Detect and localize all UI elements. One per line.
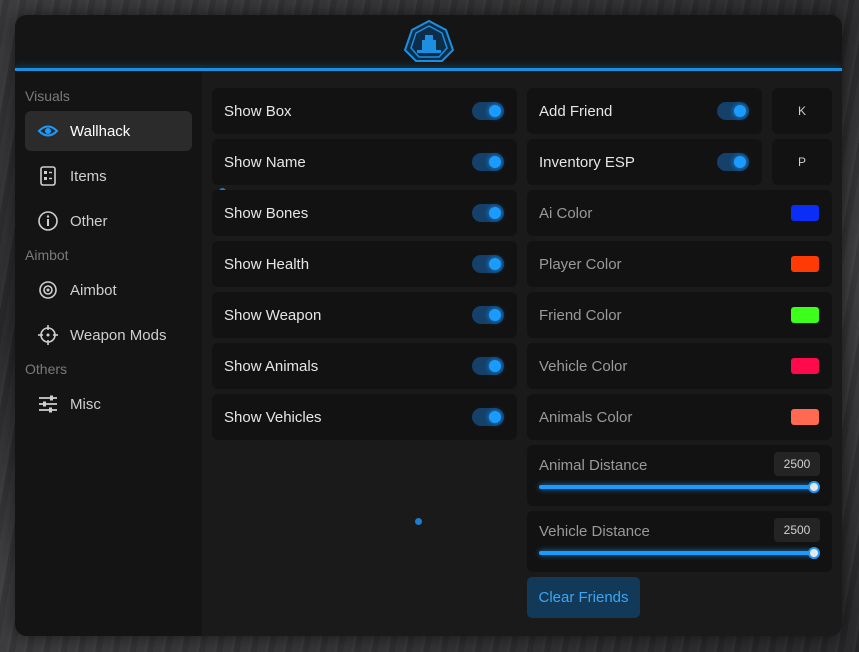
toggle-row-inventory-esp: Inventory ESP xyxy=(527,139,762,185)
toggle-label: Show Weapon xyxy=(224,306,322,324)
slider-row-animal-distance: Animal Distance 2500 xyxy=(527,445,832,506)
group-title-visuals: Visuals xyxy=(25,88,70,104)
vehicle-color-swatch[interactable] xyxy=(791,358,819,374)
ai-color-swatch[interactable] xyxy=(791,205,819,221)
toggle-row-show-box: Show Box xyxy=(212,88,517,134)
inventory-esp-keybind[interactable]: P xyxy=(772,139,832,185)
header xyxy=(15,15,842,71)
show-weapon-toggle[interactable] xyxy=(472,306,504,324)
toggle-row-show-name: Show Name xyxy=(212,139,517,185)
toggle-label: Inventory ESP xyxy=(539,153,635,171)
color-row-ai: Ai Color xyxy=(527,190,832,236)
toggle-row-add-friend: Add Friend xyxy=(527,88,762,134)
color-label: Player Color xyxy=(539,255,622,273)
toggle-label: Show Bones xyxy=(224,204,309,222)
slider-row-vehicle-distance: Vehicle Distance 2500 xyxy=(527,511,832,572)
logo-icon xyxy=(403,19,454,62)
color-label: Vehicle Color xyxy=(539,357,628,375)
animal-distance-thumb[interactable] xyxy=(808,481,820,493)
toggle-label: Show Name xyxy=(224,153,306,171)
right-settings-column: Add Friend K Inventory ESP P Ai Color Pl… xyxy=(527,88,832,618)
player-color-swatch[interactable] xyxy=(791,256,819,272)
sidebar: Visuals Wallhack Items Other Aimbot Aimb… xyxy=(15,71,202,636)
slider-label: Animal Distance xyxy=(539,457,648,474)
color-label: Ai Color xyxy=(539,204,593,222)
slider-fill xyxy=(539,485,814,489)
sidebar-item-label: Misc xyxy=(70,395,101,413)
show-bones-toggle[interactable] xyxy=(472,204,504,222)
toggle-row-show-health: Show Health xyxy=(212,241,517,287)
add-friend-group: Add Friend K xyxy=(527,88,832,134)
sidebar-item-label: Items xyxy=(70,167,107,185)
animal-distance-track[interactable] xyxy=(539,481,820,493)
group-title-others: Others xyxy=(25,361,68,377)
sidebar-item-label: Aimbot xyxy=(70,281,117,299)
toggle-row-show-animals: Show Animals xyxy=(212,343,517,389)
group-title-aimbot: Aimbot xyxy=(25,247,69,263)
sidebar-item-label: Weapon Mods xyxy=(70,326,167,344)
add-friend-keybind[interactable]: K xyxy=(772,88,832,134)
target-icon xyxy=(37,279,59,301)
sidebar-item-misc[interactable]: Misc xyxy=(25,384,192,424)
sidebar-item-weapon-mods[interactable]: Weapon Mods xyxy=(25,315,192,355)
add-friend-toggle[interactable] xyxy=(717,102,749,120)
slider-label: Vehicle Distance xyxy=(539,523,650,540)
eye-icon xyxy=(37,120,59,142)
toggle-label: Show Animals xyxy=(224,357,319,375)
animals-color-swatch[interactable] xyxy=(791,409,819,425)
color-label: Friend Color xyxy=(539,306,622,324)
inventory-esp-group: Inventory ESP P xyxy=(527,139,832,185)
sidebar-item-label: Wallhack xyxy=(70,122,131,140)
sidebar-item-other[interactable]: Other xyxy=(25,201,192,241)
toggle-label: Add Friend xyxy=(539,102,613,120)
vehicle-distance-thumb[interactable] xyxy=(808,547,820,559)
show-health-toggle[interactable] xyxy=(472,255,504,273)
color-row-animals: Animals Color xyxy=(527,394,832,440)
sidebar-item-aimbot[interactable]: Aimbot xyxy=(25,270,192,310)
toggle-row-show-vehicles: Show Vehicles xyxy=(212,394,517,440)
color-label: Animals Color xyxy=(539,408,633,426)
info-icon xyxy=(37,210,59,232)
color-row-player: Player Color xyxy=(527,241,832,287)
sidebar-item-label: Other xyxy=(70,212,108,230)
show-animals-toggle[interactable] xyxy=(472,357,504,375)
toggle-label: Show Vehicles xyxy=(224,408,322,426)
toggle-label: Show Box xyxy=(224,102,292,120)
friend-color-swatch[interactable] xyxy=(791,307,819,323)
sidebar-item-items[interactable]: Items xyxy=(25,156,192,196)
vehicle-distance-value[interactable]: 2500 xyxy=(774,518,820,542)
toggle-row-show-bones: Show Bones xyxy=(212,190,517,236)
sidebar-item-wallhack[interactable]: Wallhack xyxy=(25,111,192,151)
color-row-vehicle: Vehicle Color xyxy=(527,343,832,389)
particle-dot xyxy=(415,518,422,525)
sliders-icon xyxy=(37,393,59,415)
show-vehicles-toggle[interactable] xyxy=(472,408,504,426)
checklist-icon xyxy=(37,165,59,187)
left-toggle-column: Show Box Show Name Show Bones Show Healt… xyxy=(212,88,517,445)
color-row-friend: Friend Color xyxy=(527,292,832,338)
clear-friends-button[interactable]: Clear Friends xyxy=(527,577,640,618)
show-box-toggle[interactable] xyxy=(472,102,504,120)
inventory-esp-toggle[interactable] xyxy=(717,153,749,171)
content-panel: Show Box Show Name Show Bones Show Healt… xyxy=(202,71,842,636)
vehicle-distance-track[interactable] xyxy=(539,547,820,559)
toggle-row-show-weapon: Show Weapon xyxy=(212,292,517,338)
animal-distance-value[interactable]: 2500 xyxy=(774,452,820,476)
crosshair-icon xyxy=(37,324,59,346)
show-name-toggle[interactable] xyxy=(472,153,504,171)
cheat-menu-window: Visuals Wallhack Items Other Aimbot Aimb… xyxy=(15,15,842,636)
slider-fill xyxy=(539,551,814,555)
toggle-label: Show Health xyxy=(224,255,310,273)
